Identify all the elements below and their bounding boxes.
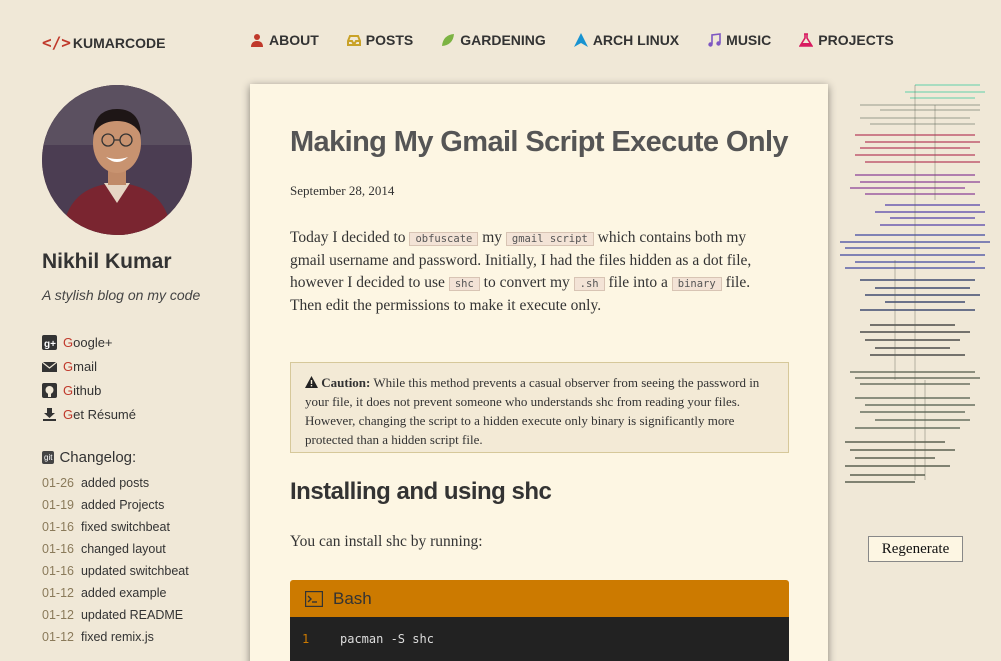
arch-icon	[573, 33, 588, 47]
code-block-header: Bash	[290, 580, 789, 617]
code-language: Bash	[333, 588, 372, 608]
changelog-date: 01-16	[42, 520, 74, 534]
changelog-date: 01-12	[42, 608, 74, 622]
github-icon	[42, 382, 57, 398]
social-google-plus-label: oogle+	[73, 334, 113, 350]
changelog-date: 01-12	[42, 586, 74, 600]
site-logo[interactable]: </> KUMARCODE	[42, 33, 165, 52]
generative-art	[840, 84, 990, 483]
nav-arch-linux-label: ARCH LINUX	[592, 32, 680, 48]
social-gmail[interactable]: Gmail	[42, 354, 136, 378]
changelog-entry[interactable]: 01-16 changed layout	[42, 538, 189, 560]
nav-posts-label: POSTS	[365, 32, 414, 48]
intro-text: to convert my	[479, 274, 574, 291]
changelog-date: 01-16	[42, 564, 74, 578]
flask-icon	[799, 33, 814, 47]
social-gmail-first: G	[63, 358, 74, 374]
nav-music-label: MUSIC	[726, 32, 772, 48]
changelog-date: 01-26	[42, 476, 74, 490]
terminal-icon	[305, 590, 323, 607]
nav-music[interactable]: MUSIC	[707, 32, 771, 48]
inline-code: .sh	[573, 277, 605, 291]
intro-text: file into a	[604, 274, 672, 291]
changelog-text: changed layout	[80, 542, 166, 556]
changelog-text: updated README	[80, 608, 184, 622]
changelog-entry[interactable]: 01-26 added posts	[42, 472, 189, 494]
tagline: A stylish blog on my code	[42, 287, 201, 303]
changelog-entry[interactable]: 01-12 updated README	[42, 604, 189, 626]
changelog-text: fixed remix.js	[80, 630, 154, 644]
inline-code: binary	[671, 277, 722, 291]
inline-code: shc	[448, 277, 480, 291]
main-nav: ABOUT POSTS GARDENING ARCH LINUX MUSIC P…	[250, 32, 894, 48]
changelog-entry[interactable]: 01-16 updated switchbeat	[42, 560, 189, 582]
inbox-icon	[346, 35, 361, 46]
caution-box: Caution: While this method prevents a ca…	[290, 362, 789, 453]
install-text: You can install shc by running:	[290, 533, 483, 550]
changelog-text: added posts	[80, 476, 150, 490]
nav-gardening[interactable]: GARDENING	[441, 32, 546, 48]
nav-projects[interactable]: PROJECTS	[799, 32, 894, 48]
user-icon	[251, 34, 263, 47]
social-links: g+ Google+ Gmail Github Get Résumé	[42, 330, 136, 426]
changelog-text: added example	[80, 586, 167, 600]
download-icon	[43, 407, 56, 421]
code-block[interactable]: 1 pacman -S shc	[290, 617, 789, 661]
changelog: git Changelog: 01-26 added posts 01-19 add…	[42, 449, 189, 648]
social-resume-first: G	[63, 406, 74, 422]
changelog-date: 01-12	[42, 630, 74, 644]
changelog-text: added Projects	[80, 498, 165, 512]
regenerate-button[interactable]: Regenerate	[868, 536, 963, 562]
social-resume[interactable]: Get Résumé	[42, 402, 136, 426]
warning-icon	[305, 376, 318, 388]
social-github[interactable]: Github	[42, 378, 136, 402]
logo-text: KUMARCODE	[72, 34, 166, 51]
svg-text:g+: g+	[44, 339, 56, 350]
author-name: Nikhil Kumar	[42, 250, 172, 273]
changelog-entry[interactable]: 01-16 fixed switchbeat	[42, 516, 189, 538]
changelog-text: updated switchbeat	[80, 564, 189, 578]
code-icon: </>	[42, 33, 71, 52]
caution-text: While this method prevents a casual obse…	[305, 375, 760, 447]
nav-gardening-label: GARDENING	[460, 32, 546, 48]
nav-arch-linux[interactable]: ARCH LINUX	[573, 32, 680, 48]
intro-text: my	[478, 229, 506, 246]
google-plus-icon: g+	[42, 334, 57, 350]
nav-posts[interactable]: POSTS	[346, 32, 414, 48]
changelog-date: 01-16	[42, 542, 74, 556]
code-line-number: 1	[302, 632, 310, 646]
nav-about-label: ABOUT	[269, 32, 319, 48]
inline-code: obfuscate	[409, 232, 479, 246]
article-intro: Today I decided to obfuscate my gmail sc…	[290, 227, 780, 317]
avatar	[42, 85, 192, 235]
social-google-plus[interactable]: g+ Google+	[42, 330, 136, 354]
changelog-entry[interactable]: 01-12 added example	[42, 582, 189, 604]
intro-text: Today I decided to	[290, 229, 410, 246]
article-title: Making My Gmail Script Execute Only	[290, 126, 789, 158]
changelog-heading: Changelog:	[59, 449, 137, 466]
caution-label: Caution:	[321, 375, 371, 390]
changelog-text: fixed switchbeat	[80, 520, 170, 534]
git-icon: git	[42, 451, 55, 464]
music-icon	[708, 33, 721, 47]
nav-projects-label: PROJECTS	[818, 32, 894, 48]
social-google-plus-first: G	[63, 334, 74, 350]
envelope-icon	[42, 361, 57, 372]
changelog-date: 01-19	[42, 498, 74, 512]
code-line: pacman -S shc	[340, 632, 434, 646]
inline-code: gmail script	[505, 232, 594, 246]
article-date: September 28, 2014	[290, 183, 395, 198]
changelog-entry[interactable]: 01-19 added Projects	[42, 494, 189, 516]
section-heading: Installing and using shc	[290, 478, 552, 505]
changelog-title: git Changelog:	[42, 449, 189, 466]
social-gmail-label: mail	[73, 358, 97, 374]
leaf-icon	[442, 34, 455, 46]
social-resume-label: et Résumé	[73, 406, 136, 422]
social-github-label: ithub	[73, 382, 102, 398]
changelog-entry[interactable]: 01-12 fixed remix.js	[42, 626, 189, 648]
social-github-first: G	[63, 382, 74, 398]
nav-about[interactable]: ABOUT	[250, 32, 319, 48]
